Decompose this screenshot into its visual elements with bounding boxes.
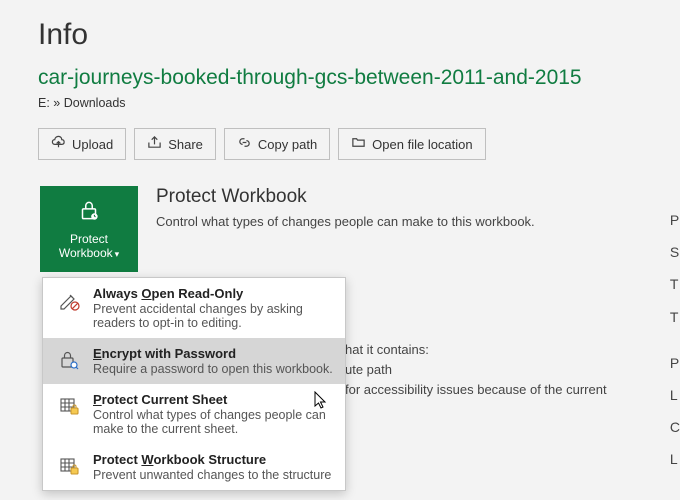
menu-protect-current-sheet[interactable]: Protect Current Sheet Control what types… <box>43 384 345 444</box>
protect-desc: Control what types of changes people can… <box>156 214 535 229</box>
share-label: Share <box>168 137 203 152</box>
menu-desc: Prevent accidental changes by asking rea… <box>93 302 333 330</box>
copy-path-button[interactable]: Copy path <box>224 128 330 160</box>
inspect-section-fragment: hat it contains: ute path for accessibil… <box>345 340 607 400</box>
file-name: car-journeys-booked-through-gcs-between-… <box>0 66 680 96</box>
menu-always-open-read-only[interactable]: Always Open Read-Only Prevent accidental… <box>43 278 345 338</box>
pencil-prohibit-icon <box>55 286 83 330</box>
upload-icon <box>51 135 66 153</box>
folder-icon <box>351 135 366 153</box>
upload-label: Upload <box>72 137 113 152</box>
page-title: Info <box>0 0 680 66</box>
open-location-button[interactable]: Open file location <box>338 128 485 160</box>
grid-lock-icon <box>55 452 83 482</box>
upload-button[interactable]: Upload <box>38 128 126 160</box>
properties-panel-edge: PSTT PLCL <box>670 204 680 476</box>
tile-line2: Workbook <box>59 246 113 260</box>
share-button[interactable]: Share <box>134 128 216 160</box>
protect-workbook-tile[interactable]: ProtectWorkbook▾ <box>40 186 138 272</box>
tile-line1: Protect <box>70 232 108 246</box>
breadcrumb[interactable]: E: » Downloads <box>0 96 680 128</box>
menu-desc: Control what types of changes people can… <box>93 408 333 436</box>
protect-heading: Protect Workbook <box>156 186 535 208</box>
menu-protect-workbook-structure[interactable]: Protect Workbook Structure Prevent unwan… <box>43 444 345 490</box>
share-icon <box>147 135 162 153</box>
protect-section: ProtectWorkbook▾ Protect Workbook Contro… <box>0 186 680 272</box>
breadcrumb-folder[interactable]: Downloads <box>64 96 126 110</box>
lock-icon <box>76 197 102 231</box>
copy-path-label: Copy path <box>258 137 317 152</box>
open-location-label: Open file location <box>372 137 472 152</box>
link-icon <box>237 135 252 153</box>
menu-desc: Require a password to open this workbook… <box>93 362 333 376</box>
chevron-down-icon: ▾ <box>115 249 120 259</box>
breadcrumb-drive: E: » <box>38 96 64 110</box>
lock-search-icon <box>55 346 83 376</box>
sheet-lock-icon <box>55 392 83 436</box>
menu-encrypt-with-password[interactable]: Encrypt with Password Require a password… <box>43 338 345 384</box>
action-row: Upload Share Copy path Open file locatio… <box>0 128 680 186</box>
protect-workbook-menu: Always Open Read-Only Prevent accidental… <box>42 277 346 491</box>
menu-desc: Prevent unwanted changes to the structur… <box>93 468 333 482</box>
